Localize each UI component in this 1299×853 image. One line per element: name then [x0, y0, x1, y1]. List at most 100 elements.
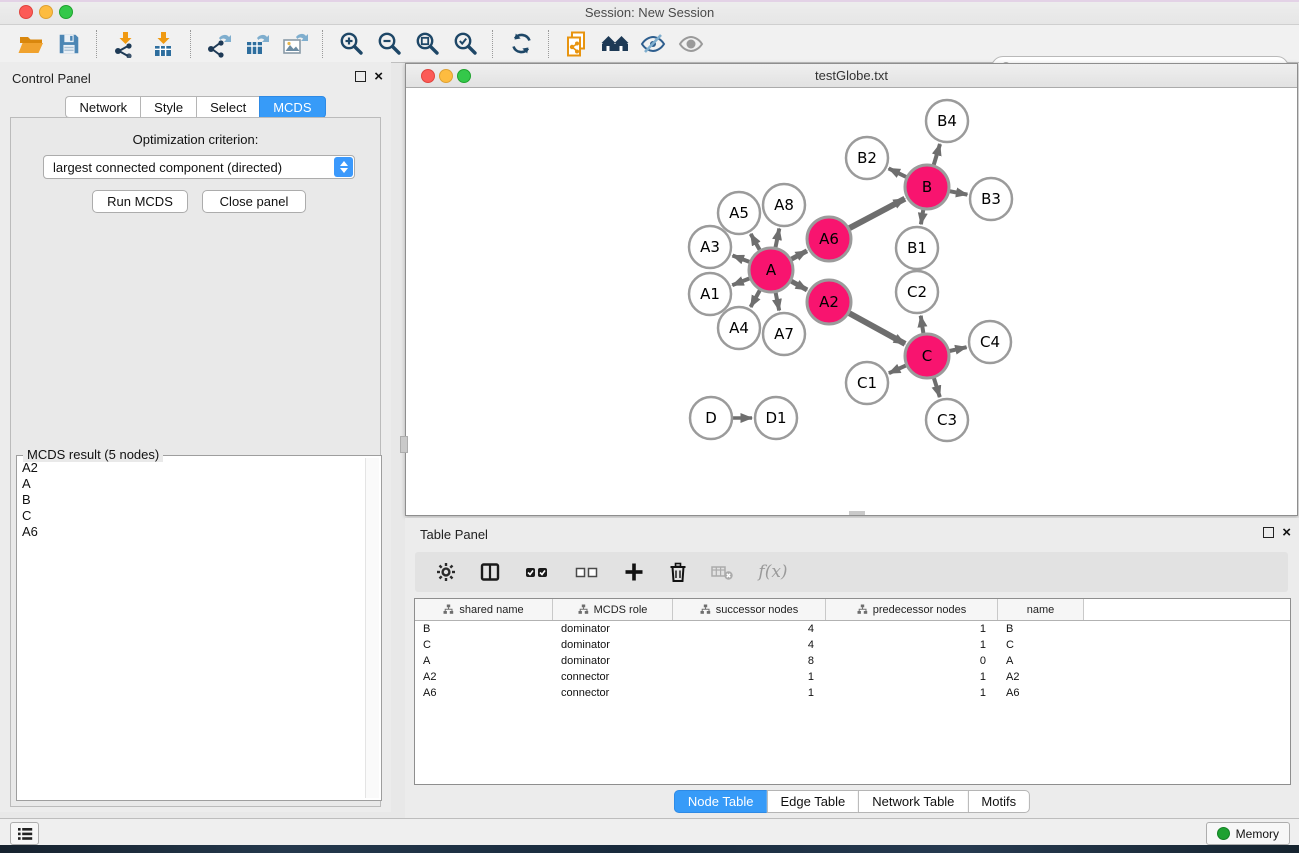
cell-mcds-role[interactable]: dominator: [553, 655, 673, 667]
table-row-c[interactable]: Cdominator41C: [415, 637, 1290, 653]
import-table-icon[interactable]: [144, 28, 182, 60]
cell-name[interactable]: A6: [998, 687, 1084, 699]
node-C3[interactable]: C3: [926, 399, 968, 441]
tab-style[interactable]: Style: [140, 96, 196, 118]
result-item-a[interactable]: A: [18, 476, 365, 492]
export-image-icon[interactable]: [276, 28, 314, 60]
show-graphics-details-icon[interactable]: [672, 28, 710, 60]
criterion-select[interactable]: largest connected component (directed): [43, 155, 355, 179]
cell-shared-name[interactable]: A2: [415, 671, 553, 683]
tab-select[interactable]: Select: [196, 96, 259, 118]
edge-A2-C[interactable]: [849, 313, 905, 344]
column-header-mcds-role[interactable]: MCDS role: [553, 599, 673, 620]
float-table-panel-icon[interactable]: [1263, 527, 1274, 538]
network-vscroll-thumb[interactable]: [400, 436, 408, 453]
network-hscroll-thumb[interactable]: [849, 511, 865, 515]
go-home-icon[interactable]: [596, 28, 634, 60]
cell-successor-nodes[interactable]: 1: [673, 687, 826, 699]
new-network-from-selection-icon[interactable]: [558, 28, 596, 60]
cell-successor-nodes[interactable]: 4: [673, 639, 826, 651]
cell-mcds-role[interactable]: dominator: [553, 623, 673, 635]
cell-name[interactable]: C: [998, 639, 1084, 651]
edge-C-C3[interactable]: [934, 378, 940, 397]
result-item-a6[interactable]: A6: [18, 524, 365, 540]
node-C[interactable]: C: [905, 334, 949, 378]
cell-predecessor-nodes[interactable]: 1: [826, 639, 998, 651]
delete-table-icon[interactable]: [707, 558, 737, 586]
save-session-icon[interactable]: [50, 28, 88, 60]
add-column-icon[interactable]: [619, 558, 649, 586]
network-canvas[interactable]: B4B2BB3A8A5A6A3B1AC2A1A2A4A7C4CC1DD1C3: [406, 88, 1297, 515]
column-header-successor-nodes[interactable]: successor nodes: [673, 599, 826, 620]
node-A5[interactable]: A5: [718, 192, 760, 234]
edge-A-A8[interactable]: [776, 229, 780, 248]
edge-A-A7[interactable]: [776, 293, 780, 311]
node-A[interactable]: A: [749, 248, 793, 292]
table-row-a6[interactable]: A6connector11A6: [415, 685, 1290, 701]
edge-A-A1[interactable]: [732, 278, 749, 285]
node-A3[interactable]: A3: [689, 226, 731, 268]
select-all-icon[interactable]: [519, 558, 555, 586]
edge-A6-B[interactable]: [849, 199, 905, 229]
cell-name[interactable]: A2: [998, 671, 1084, 683]
node-B[interactable]: B: [905, 165, 949, 209]
node-B2[interactable]: B2: [846, 137, 888, 179]
tab-network[interactable]: Network: [65, 96, 140, 118]
edge-A-A6[interactable]: [791, 251, 807, 259]
edge-A-A3[interactable]: [733, 256, 750, 262]
cell-mcds-role[interactable]: dominator: [553, 639, 673, 651]
tab-node-table[interactable]: Node Table: [674, 790, 767, 813]
show-panels-button[interactable]: [10, 822, 39, 845]
edge-B-B4[interactable]: [934, 144, 940, 165]
export-network-icon[interactable]: [200, 28, 238, 60]
result-item-a2[interactable]: A2: [18, 460, 365, 476]
table-settings-icon[interactable]: [431, 558, 461, 586]
node-A6[interactable]: A6: [807, 217, 851, 261]
export-table-icon[interactable]: [238, 28, 276, 60]
refresh-layout-icon[interactable]: [502, 28, 540, 60]
cell-successor-nodes[interactable]: 4: [673, 623, 826, 635]
edge-B-B1[interactable]: [921, 210, 923, 225]
result-item-c[interactable]: C: [18, 508, 365, 524]
node-B3[interactable]: B3: [970, 178, 1012, 220]
node-C2[interactable]: C2: [896, 271, 938, 313]
table-row-b[interactable]: Bdominator41B: [415, 621, 1290, 637]
column-header-predecessor-nodes[interactable]: predecessor nodes: [826, 599, 998, 620]
close-table-panel-icon[interactable]: ×: [1282, 527, 1291, 538]
table-row-a2[interactable]: A2connector11A2: [415, 669, 1290, 685]
cell-mcds-role[interactable]: connector: [553, 687, 673, 699]
node-A2[interactable]: A2: [807, 280, 851, 324]
cell-shared-name[interactable]: A: [415, 655, 553, 667]
node-A8[interactable]: A8: [763, 184, 805, 226]
zoom-out-icon[interactable]: [370, 28, 408, 60]
show-hide-columns-icon[interactable]: [475, 558, 505, 586]
node-A4[interactable]: A4: [718, 307, 760, 349]
edge-C-C1[interactable]: [889, 365, 906, 373]
cell-shared-name[interactable]: B: [415, 623, 553, 635]
cell-successor-nodes[interactable]: 8: [673, 655, 826, 667]
cell-shared-name[interactable]: A6: [415, 687, 553, 699]
zoom-fit-icon[interactable]: [408, 28, 446, 60]
node-D1[interactable]: D1: [755, 397, 797, 439]
tab-mcds[interactable]: MCDS: [259, 96, 325, 118]
deselect-all-icon[interactable]: [569, 558, 605, 586]
node-B1[interactable]: B1: [896, 227, 938, 269]
tab-edge-table[interactable]: Edge Table: [766, 790, 858, 813]
cell-mcds-role[interactable]: connector: [553, 671, 673, 683]
zoom-in-icon[interactable]: [332, 28, 370, 60]
memory-button[interactable]: Memory: [1206, 822, 1290, 845]
cell-name[interactable]: A: [998, 655, 1084, 667]
node-C1[interactable]: C1: [846, 362, 888, 404]
column-header-shared-name[interactable]: shared name: [415, 599, 553, 620]
cell-predecessor-nodes[interactable]: 0: [826, 655, 998, 667]
cell-predecessor-nodes[interactable]: 1: [826, 687, 998, 699]
run-mcds-button[interactable]: Run MCDS: [92, 190, 188, 213]
edge-B-B2[interactable]: [889, 168, 907, 177]
node-B4[interactable]: B4: [926, 100, 968, 142]
open-session-icon[interactable]: [12, 28, 50, 60]
edge-A-A4[interactable]: [751, 290, 760, 307]
delete-column-icon[interactable]: [663, 558, 693, 586]
node-A1[interactable]: A1: [689, 273, 731, 315]
tab-motifs[interactable]: Motifs: [967, 790, 1030, 813]
float-panel-icon[interactable]: [355, 71, 366, 82]
